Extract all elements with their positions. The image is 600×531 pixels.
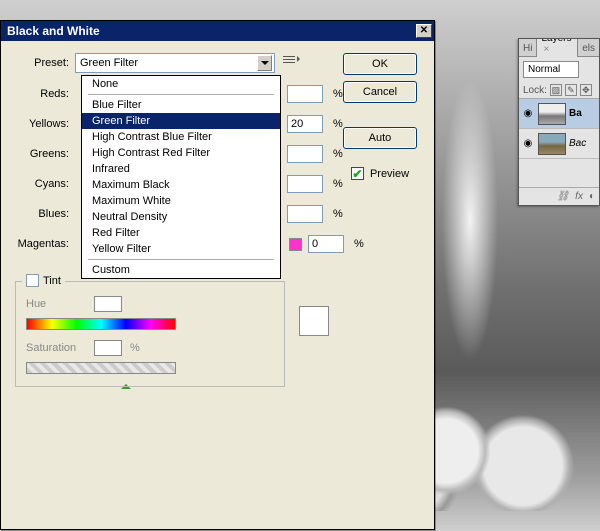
channel-label: Blues: xyxy=(15,208,75,220)
lock-move-icon[interactable]: ✥ xyxy=(580,84,592,96)
preset-option[interactable]: High Contrast Red Filter xyxy=(82,145,280,161)
channel-unit: % xyxy=(333,208,343,220)
cancel-button[interactable]: Cancel xyxy=(343,81,417,103)
layer-mask-icon[interactable]: ◐ xyxy=(589,191,595,202)
hue-value-input[interactable] xyxy=(94,296,122,312)
layer-fx-icon[interactable]: fx xyxy=(575,191,583,202)
link-layers-icon[interactable]: ⛓ xyxy=(556,191,569,202)
visibility-icon[interactable]: ◉ xyxy=(521,107,535,121)
saturation-unit: % xyxy=(130,342,140,354)
preset-dropdown[interactable]: Green Filter xyxy=(75,53,275,73)
channel-unit: % xyxy=(354,238,364,250)
layer-thumbnail[interactable] xyxy=(538,133,566,155)
preset-option[interactable]: Custom xyxy=(82,262,280,278)
lock-brush-icon[interactable]: ✎ xyxy=(565,84,577,96)
chevron-down-icon[interactable] xyxy=(257,55,272,71)
layer-name: Ba xyxy=(569,108,582,119)
color-chip xyxy=(289,238,302,251)
tint-label: Tint xyxy=(43,275,61,287)
ok-button[interactable]: OK xyxy=(343,53,417,75)
preset-option[interactable]: None xyxy=(82,76,280,92)
channel-value-input[interactable] xyxy=(287,205,323,223)
preset-flyout-icon[interactable] xyxy=(283,55,301,71)
close-icon[interactable]: × xyxy=(543,44,549,55)
preset-option[interactable]: Yellow Filter xyxy=(82,241,280,257)
tint-checkbox[interactable] xyxy=(26,274,39,287)
tab-layers[interactable]: Layers × xyxy=(536,38,578,57)
preset-label: Preset: xyxy=(15,57,75,69)
saturation-slider[interactable] xyxy=(26,362,176,374)
preview-checkbox[interactable]: ✔ xyxy=(351,167,364,180)
close-icon[interactable]: ✕ xyxy=(416,24,432,38)
layer-row[interactable]: ◉ Bac xyxy=(519,129,599,159)
tint-color-swatch[interactable] xyxy=(299,306,329,336)
preset-option[interactable]: Neutral Density xyxy=(82,209,280,225)
channel-value-input[interactable] xyxy=(287,145,323,163)
preset-option[interactable]: High Contrast Blue Filter xyxy=(82,129,280,145)
channel-label: Magentas: xyxy=(15,238,75,250)
layers-panel-footer: ⛓ fx ◐ xyxy=(519,187,599,205)
preview-label: Preview xyxy=(370,168,409,180)
layers-panel: Hi Layers × els Normal Lock: ▨ ✎ ✥ ◉ Ba … xyxy=(518,38,600,206)
preset-option[interactable]: Green Filter xyxy=(82,113,280,129)
channel-label: Greens: xyxy=(15,148,75,160)
tab-history[interactable]: Hi xyxy=(519,41,536,56)
lock-transparency-icon[interactable]: ▨ xyxy=(550,84,562,96)
hue-label: Hue xyxy=(26,298,86,310)
lock-controls: Lock: ▨ ✎ ✥ xyxy=(519,82,599,99)
preset-dropdown-list: NoneBlue FilterGreen FilterHigh Contrast… xyxy=(81,75,281,279)
channel-value-input[interactable]: 0 xyxy=(308,235,344,253)
lock-label: Lock: xyxy=(523,85,547,96)
channel-value-input[interactable] xyxy=(287,85,323,103)
layer-row[interactable]: ◉ Ba xyxy=(519,99,599,129)
hue-slider[interactable] xyxy=(26,318,176,330)
preset-option[interactable]: Infrared xyxy=(82,161,280,177)
auto-button[interactable]: Auto xyxy=(343,127,417,149)
channel-label: Yellows: xyxy=(15,118,75,130)
channel-value-input[interactable]: 20 xyxy=(287,115,323,133)
dialog-title: Black and White xyxy=(7,24,100,38)
preset-option[interactable]: Red Filter xyxy=(82,225,280,241)
channel-value-input[interactable] xyxy=(287,175,323,193)
blend-mode-dropdown[interactable]: Normal xyxy=(523,61,579,78)
channel-label: Reds: xyxy=(15,88,75,100)
preset-option[interactable]: Blue Filter xyxy=(82,97,280,113)
dialog-titlebar[interactable]: Black and White ✕ xyxy=(1,21,434,41)
layer-name: Bac xyxy=(569,138,586,149)
channel-label: Cyans: xyxy=(15,178,75,190)
saturation-value-input[interactable] xyxy=(94,340,122,356)
tab-channels[interactable]: els xyxy=(578,41,599,56)
preset-option[interactable]: Maximum Black xyxy=(82,177,280,193)
saturation-label: Saturation xyxy=(26,342,86,354)
visibility-icon[interactable]: ◉ xyxy=(521,137,535,151)
layer-thumbnail[interactable] xyxy=(538,103,566,125)
tint-group: Tint Hue Saturation % xyxy=(15,281,285,387)
black-and-white-dialog: Black and White ✕ OK Cancel Auto ✔ Previ… xyxy=(0,20,435,530)
preset-option[interactable]: Maximum White xyxy=(82,193,280,209)
preset-selected-value: Green Filter xyxy=(80,57,138,69)
